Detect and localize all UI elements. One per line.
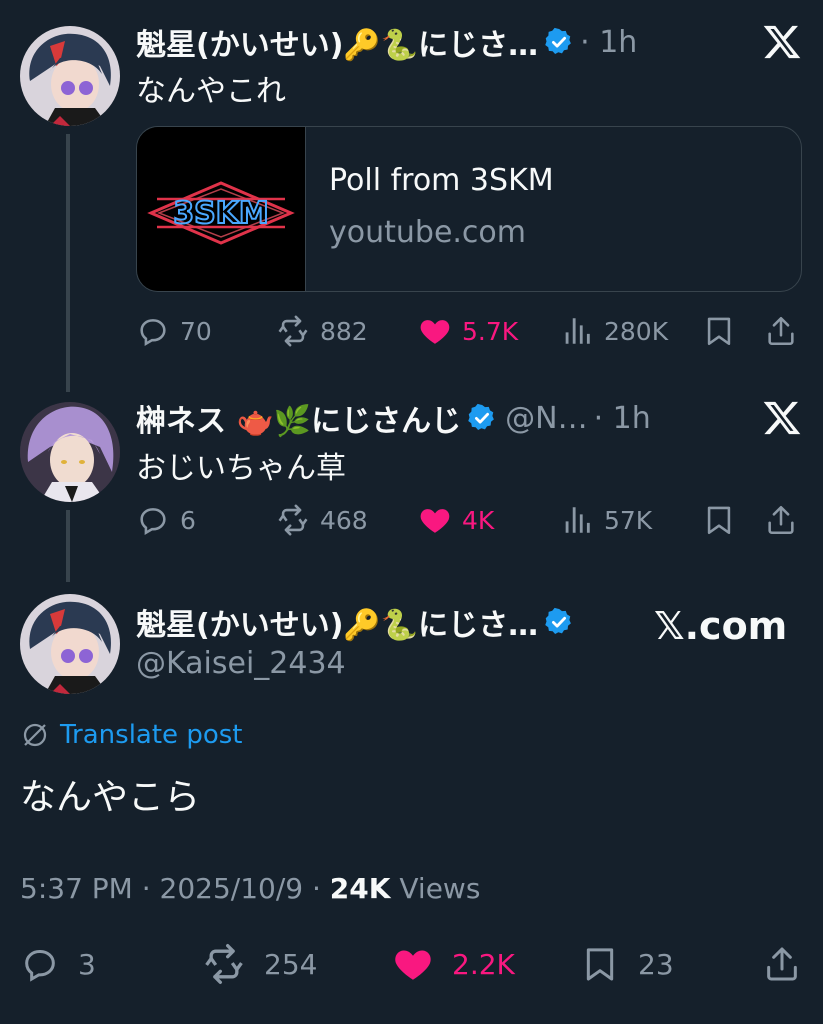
card-title: Poll from 3SKM: [329, 163, 554, 198]
card-domain: youtube.com: [329, 215, 527, 250]
3skm-neon-logo: 3SKM: [147, 181, 295, 245]
handle[interactable]: @N…: [505, 401, 587, 436]
bookmark-count: 23: [638, 947, 674, 981]
heart-icon: [418, 503, 452, 537]
reply-button[interactable]: 70: [136, 309, 212, 353]
display-name[interactable]: 魁星(かいせい)🔑🐍にじさ…: [136, 600, 538, 644]
repost-icon: [276, 503, 310, 537]
share-icon: [764, 503, 798, 537]
repost-button[interactable]: 254: [202, 942, 317, 986]
bookmark-icon: [702, 314, 736, 348]
post-meta: 5:37 PM · 2025/10/9 · 24K Views: [20, 872, 480, 905]
verified-badge-icon: [544, 27, 574, 57]
verified-badge-icon: [467, 403, 497, 433]
x-logo-icon: [762, 398, 802, 438]
repost-icon: [276, 314, 310, 348]
share-icon: [762, 944, 802, 984]
repost-icon: [202, 942, 246, 986]
avatar[interactable]: [20, 402, 120, 502]
translate-label: Translate post: [60, 720, 243, 750]
heart-icon: [418, 314, 452, 348]
heart-icon: [392, 943, 434, 985]
bookmark-icon: [580, 944, 620, 984]
post-time[interactable]: · 1h: [594, 401, 651, 436]
views-count[interactable]: 24K: [330, 872, 391, 905]
main-post-actions: 3 254 2.2K 23: [20, 942, 802, 986]
avatar[interactable]: [20, 26, 120, 126]
link-card[interactable]: 3SKM Poll from 3SKM youtube.com: [136, 126, 802, 292]
brand-watermark: 𝕏.com: [654, 604, 788, 648]
x-logo-icon: [762, 22, 802, 62]
post-text: おじいちゃん草: [136, 451, 346, 486]
timestamp[interactable]: 5:37 PM · 2025/10/9 ·: [20, 872, 321, 905]
views-button[interactable]: 57K: [560, 498, 652, 542]
post-time[interactable]: · 1h: [580, 25, 637, 60]
reply-count: 6: [180, 505, 196, 535]
share-icon: [764, 314, 798, 348]
like-count: 2.2K: [452, 947, 515, 981]
like-button[interactable]: 5.7K: [418, 309, 518, 353]
svg-text:3SKM: 3SKM: [173, 196, 269, 231]
repost-count: 254: [264, 947, 318, 981]
views-count: 280K: [604, 316, 669, 346]
reply-icon: [136, 503, 170, 537]
views-icon: [560, 503, 594, 537]
post-actions: 6 468 4K 57K: [136, 498, 802, 542]
reply-count: 70: [180, 316, 212, 346]
translate-icon: [23, 723, 47, 747]
card-thumbnail: 3SKM: [137, 127, 306, 291]
bookmark-button[interactable]: [702, 309, 746, 353]
thread-line: [66, 510, 70, 582]
reply-button[interactable]: 6: [136, 498, 196, 542]
share-button[interactable]: [762, 942, 802, 986]
post-text: なんやこれ: [136, 74, 286, 109]
verified-badge-icon: [544, 607, 574, 637]
like-button[interactable]: 4K: [418, 498, 494, 542]
post-header: 魁星(かいせい)🔑🐍にじさ…: [136, 600, 574, 644]
bookmark-icon: [702, 503, 736, 537]
like-count: 4K: [462, 505, 495, 535]
thread-line: [66, 134, 70, 392]
views-button[interactable]: 280K: [560, 309, 668, 353]
reply-button[interactable]: 3: [20, 942, 96, 986]
reply-icon: [136, 314, 170, 348]
views-icon: [560, 314, 594, 348]
reply-icon: [20, 944, 60, 984]
post-text: なんやこら: [20, 777, 201, 818]
bookmark-button[interactable]: [702, 498, 746, 542]
views-count: 57K: [604, 505, 653, 535]
reply-count: 3: [78, 947, 96, 981]
share-button[interactable]: [764, 309, 808, 353]
like-count: 5.7K: [462, 316, 519, 346]
avatar[interactable]: [20, 594, 120, 694]
repost-count: 468: [320, 505, 368, 535]
display-name[interactable]: 魁星(かいせい)🔑🐍にじさ…: [136, 20, 538, 64]
repost-button[interactable]: 882: [276, 309, 368, 353]
like-button[interactable]: 2.2K: [392, 942, 515, 986]
display-name[interactable]: 榊ネス 🫖🌿にじさんじ: [136, 396, 461, 440]
handle[interactable]: @Kaisei_2434: [136, 646, 346, 681]
repost-count: 882: [320, 316, 368, 346]
views-label: Views: [399, 872, 481, 905]
post-header: 魁星(かいせい)🔑🐍にじさ… · 1h: [136, 20, 637, 64]
share-button[interactable]: [764, 498, 808, 542]
post-header: 榊ネス 🫖🌿にじさんじ @N… · 1h: [136, 396, 651, 440]
translate-post-link[interactable]: Translate post: [20, 720, 242, 750]
repost-button[interactable]: 468: [276, 498, 368, 542]
post-actions: 70 882 5.7K 280K: [136, 309, 802, 353]
bookmark-button[interactable]: 23: [580, 942, 674, 986]
